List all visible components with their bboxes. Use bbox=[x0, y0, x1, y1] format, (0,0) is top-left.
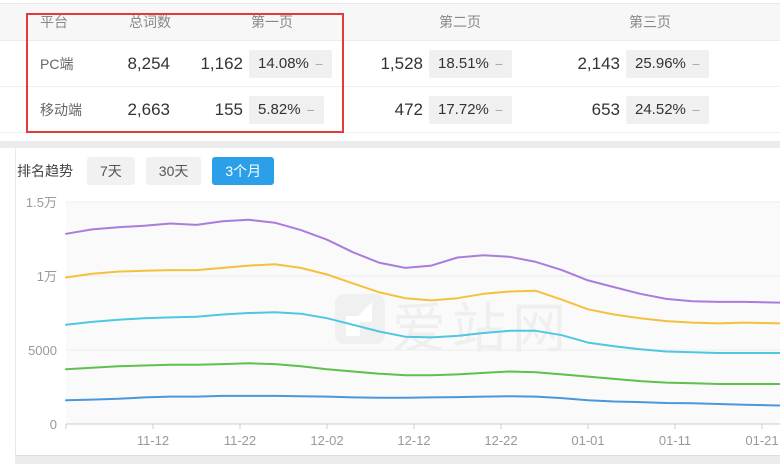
percent-value: 14.08% bbox=[258, 55, 309, 72]
mobile-page1-count: 155 bbox=[163, 87, 243, 132]
page: 平台 总词数 第一页 第二页 第三页 PC端 8,254 1,162 14.08… bbox=[0, 0, 780, 464]
pc-page1-percent: 14.08%− bbox=[249, 41, 332, 86]
header-page3: 第三页 bbox=[605, 4, 695, 40]
trend-flat-icon: − bbox=[692, 56, 700, 72]
pc-page1-count: 1,162 bbox=[163, 41, 243, 86]
svg-text:01-01: 01-01 bbox=[571, 433, 604, 448]
table-header-row: 平台 总词数 第一页 第二页 第三页 bbox=[0, 3, 780, 41]
svg-text:1.5万: 1.5万 bbox=[26, 195, 57, 210]
trend-flat-icon: − bbox=[692, 102, 700, 118]
rank-trend-section: 排名趋势 7天 30天 3个月 爱站网 11-1211-2212-0212-12… bbox=[0, 148, 780, 464]
svg-text:11-22: 11-22 bbox=[224, 433, 256, 448]
pc-page3-count: 2,143 bbox=[540, 41, 620, 86]
mobile-total-words: 2,663 bbox=[90, 87, 170, 132]
trend-flat-icon: − bbox=[315, 56, 323, 72]
percent-value: 5.82% bbox=[258, 101, 301, 118]
pc-page3-percent: 25.96%− bbox=[626, 41, 709, 86]
trend-tabs: 排名趋势 7天 30天 3个月 bbox=[17, 157, 285, 185]
mobile-page3-count: 653 bbox=[540, 87, 620, 132]
svg-text:01-21: 01-21 bbox=[745, 433, 778, 448]
svg-text:01-11: 01-11 bbox=[659, 433, 691, 448]
trend-flat-icon: − bbox=[495, 102, 503, 118]
header-total-words: 总词数 bbox=[105, 4, 195, 40]
pc-page2-percent: 18.51%− bbox=[429, 41, 512, 86]
chart-canvas[interactable]: 爱站网 11-1211-2212-0212-1212-2201-0101-110… bbox=[0, 190, 780, 464]
trend-flat-icon: − bbox=[307, 102, 315, 118]
percent-value: 17.72% bbox=[438, 101, 489, 118]
svg-text:11-12: 11-12 bbox=[137, 433, 169, 448]
svg-text:5000: 5000 bbox=[28, 343, 57, 358]
percent-value: 25.96% bbox=[635, 55, 686, 72]
header-page2: 第二页 bbox=[415, 4, 505, 40]
trend-flat-icon: − bbox=[495, 56, 503, 72]
chart-axes bbox=[66, 424, 780, 429]
percent-value: 24.52% bbox=[635, 101, 686, 118]
svg-text:12-22: 12-22 bbox=[484, 433, 517, 448]
table-row-pc[interactable]: PC端 8,254 1,162 14.08%− 1,528 18.51%− 2,… bbox=[0, 41, 780, 87]
header-page1: 第一页 bbox=[227, 4, 317, 40]
rank-trend-chart[interactable]: 爱站网 11-1211-2212-0212-1212-2201-0101-110… bbox=[0, 190, 780, 464]
pc-page2-count: 1,528 bbox=[343, 41, 423, 86]
mobile-page3-percent: 24.52%− bbox=[626, 87, 709, 132]
tab-3months[interactable]: 3个月 bbox=[212, 157, 274, 185]
svg-text:12-02: 12-02 bbox=[310, 433, 343, 448]
tab-30days[interactable]: 30天 bbox=[146, 157, 202, 185]
mobile-page2-count: 472 bbox=[343, 87, 423, 132]
section-divider bbox=[0, 141, 780, 148]
header-platform: 平台 bbox=[40, 4, 100, 40]
svg-text:12-12: 12-12 bbox=[397, 433, 430, 448]
mobile-page2-percent: 17.72%− bbox=[429, 87, 512, 132]
table-row-mobile[interactable]: 移动端 2,663 155 5.82%− 472 17.72%− 653 24.… bbox=[0, 87, 780, 133]
trend-section-title: 排名趋势 bbox=[17, 161, 73, 181]
svg-text:1万: 1万 bbox=[37, 269, 57, 284]
mobile-page1-percent: 5.82%− bbox=[249, 87, 324, 132]
svg-text:0: 0 bbox=[50, 417, 57, 432]
pc-total-words: 8,254 bbox=[90, 41, 170, 86]
panel-bottom-edge bbox=[15, 455, 780, 464]
percent-value: 18.51% bbox=[438, 55, 489, 72]
tab-7days[interactable]: 7天 bbox=[87, 157, 135, 185]
keyword-stats-table: 平台 总词数 第一页 第二页 第三页 PC端 8,254 1,162 14.08… bbox=[0, 0, 780, 141]
